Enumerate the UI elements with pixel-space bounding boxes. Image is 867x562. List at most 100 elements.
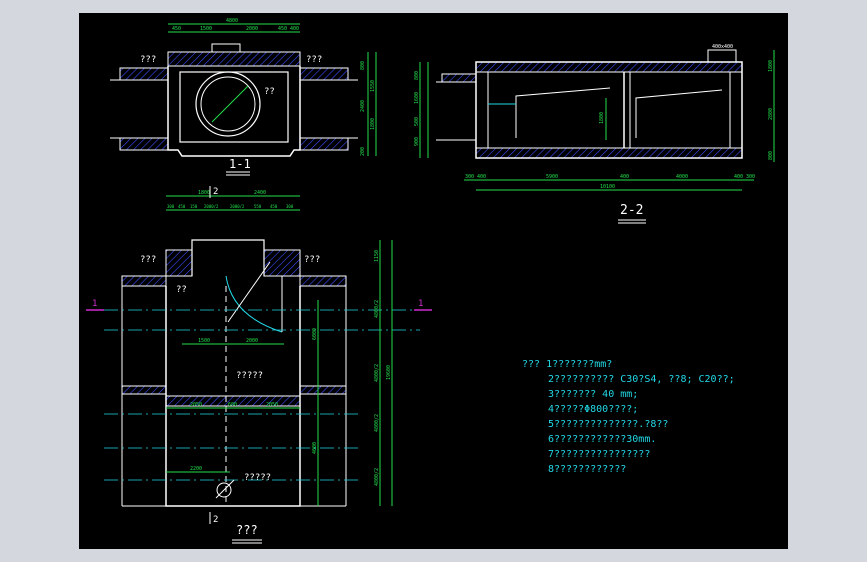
cad-drawing[interactable]: 1-1 ??? ??? ?? 4800 450 1500 2000 450 40… <box>0 0 867 562</box>
note-line-6: 6????????????30mm. <box>548 434 656 445</box>
plan-neck <box>191 239 265 276</box>
diameter-line <box>211 85 249 123</box>
plan-dim-top-r2-7: 300 <box>286 204 294 209</box>
vent-label: 400x400 <box>712 44 733 50</box>
plan-dim-right-0: 1150 <box>374 250 380 262</box>
plan-slab-right <box>299 275 347 287</box>
dim-left-2: 500 <box>414 117 420 126</box>
dim-right-0: 800 <box>360 61 366 70</box>
dim-right-2-2-0: 1800 <box>768 60 774 72</box>
pipe-circle-inner <box>200 76 256 132</box>
slab-right <box>299 67 349 81</box>
plan-dim-b-2: 2050 <box>266 402 278 408</box>
plan-dim-top-r2-3: 2000/2 <box>204 204 219 209</box>
note-line-4: 4?????Φ800????; <box>548 404 638 415</box>
plan-dim-b-1: 600 <box>228 402 237 408</box>
slab-bottom-2-2 <box>475 147 743 159</box>
slab-left <box>119 67 169 81</box>
plan-label-wall-left: ??? <box>140 255 156 265</box>
dim-bottom-3: 400 <box>620 174 629 180</box>
note-line-7: 7???????????????? <box>548 449 650 460</box>
slab-bottom-right <box>299 137 349 151</box>
dim-bottom-0: 300 <box>465 174 474 180</box>
dim-top-4: 450 <box>278 26 287 32</box>
dim-left-0: 800 <box>414 71 420 80</box>
dim-left-3: 900 <box>414 137 420 146</box>
dim-top-2: 1500 <box>200 26 212 32</box>
plan-slab-top-left <box>165 249 193 277</box>
slab-bottom-left <box>119 137 169 151</box>
plan-label-wall-right: ??? <box>304 255 320 265</box>
dim-bottom-6: 300 <box>746 174 755 180</box>
dim-mid: 1800 <box>599 112 605 124</box>
note-line-3: 3??????? 40 mm; <box>548 389 638 400</box>
cut-label-top: 2 <box>213 187 218 197</box>
plan-dim-top-r2-6: 450 <box>270 204 278 209</box>
pipe-circle-outer <box>195 71 261 137</box>
plan-dim-top-r2-0: 300 <box>167 204 175 209</box>
plan-label-small: ?? <box>176 285 187 295</box>
manhole-neck <box>211 43 241 53</box>
dim-top-3: 2000 <box>246 26 258 32</box>
plan-dim-a-1: 2000 <box>246 338 258 344</box>
section-2-2: 2-2 400x400 1800 300 400 5900 400 4000 4… <box>414 44 775 224</box>
cut-label-bottom: 2 <box>213 515 218 525</box>
section-1-1: 1-1 ??? ??? ?? 4800 450 1500 2000 450 40… <box>110 18 377 176</box>
section-1-1-title: 1-1 <box>229 157 251 171</box>
dim-right-1: 2400 <box>360 100 366 112</box>
label-left: ??? <box>140 55 156 65</box>
plan-slab-mid-right <box>299 385 347 395</box>
cut-label-right: 1 <box>418 299 423 309</box>
tank-inner <box>487 71 731 149</box>
plan-dim-top-r2-1: 450 <box>178 204 186 209</box>
dim-left-1: 1600 <box>414 92 420 104</box>
label-right: ??? <box>306 55 322 65</box>
notes-block: ??? 1???????mm? 2?????????? C30?S4, ??8;… <box>522 359 735 475</box>
plan-label-bottom: ????? <box>244 473 271 483</box>
vent-box <box>707 49 737 63</box>
plan-dim-right-total: 19600 <box>386 365 392 380</box>
slab-inlet <box>441 73 477 83</box>
plan-dim-right-inner-1: 4000 <box>312 442 318 454</box>
plan-dim-right-2: 4800/2 <box>374 364 380 382</box>
plan-slab-left <box>121 275 167 287</box>
label-circle: ?? <box>264 87 275 97</box>
plan-dim-top-r2-5: 550 <box>254 204 262 209</box>
dim-bottom-5: 400 <box>734 174 743 180</box>
dim-bottom-1: 400 <box>477 174 486 180</box>
plan-dim-top-r1-1: 2400 <box>254 190 266 196</box>
plan-dim-b-0: 2050 <box>190 402 202 408</box>
plan-diagonal <box>227 261 271 323</box>
cut-label-left: 1 <box>92 299 97 309</box>
note-line-8: 8???????????? <box>548 464 626 475</box>
plan-view: ??? 2 2 1 1 ??? ??? ?? ????? ????? 1800 … <box>86 186 432 544</box>
dim-right-2-2-1: 2800 <box>768 108 774 120</box>
dim-right-2: 1550 <box>370 80 376 92</box>
dim-bottom-2: 5900 <box>546 174 558 180</box>
plan-dim-c: 2200 <box>190 466 202 472</box>
plan-dim-top-r2-4: 2000/2 <box>230 204 245 209</box>
plan-label-mid: ????? <box>236 371 263 381</box>
plan-dim-right-inner-0: 6000 <box>312 328 318 340</box>
dim-top-5: 400 <box>290 26 299 32</box>
note-line-1: ??? 1???????mm? <box>522 359 612 370</box>
slab-top-2-2 <box>475 61 743 73</box>
dim-bottom-4: 4000 <box>676 174 688 180</box>
plan-slab-mid-left <box>121 385 167 395</box>
plan-dim-top-r2-2: 150 <box>190 204 198 209</box>
plan-dim-top-r1-0: 1800 <box>198 190 210 196</box>
plan-dim-a-0: 1500 <box>198 338 210 344</box>
note-line-5: 5??????????????.?8?? <box>548 419 668 430</box>
dim-top-1: 450 <box>172 26 181 32</box>
sludge-line-2 <box>635 89 723 138</box>
sludge-line-1 <box>515 87 611 138</box>
dim-right-2-2-2: 800 <box>768 151 774 160</box>
dim-right-4: 200 <box>360 147 366 156</box>
plan-dim-right-1: 4800/2 <box>374 300 380 318</box>
plan-title: ??? <box>236 523 258 537</box>
slab-top <box>167 51 301 67</box>
dim-bottom-total: 10100 <box>600 184 615 190</box>
dim-top-0: 4800 <box>226 18 238 24</box>
section-2-2-title: 2-2 <box>620 203 643 218</box>
note-line-2: 2?????????? C30?S4, ??8; C20??; <box>548 374 735 385</box>
